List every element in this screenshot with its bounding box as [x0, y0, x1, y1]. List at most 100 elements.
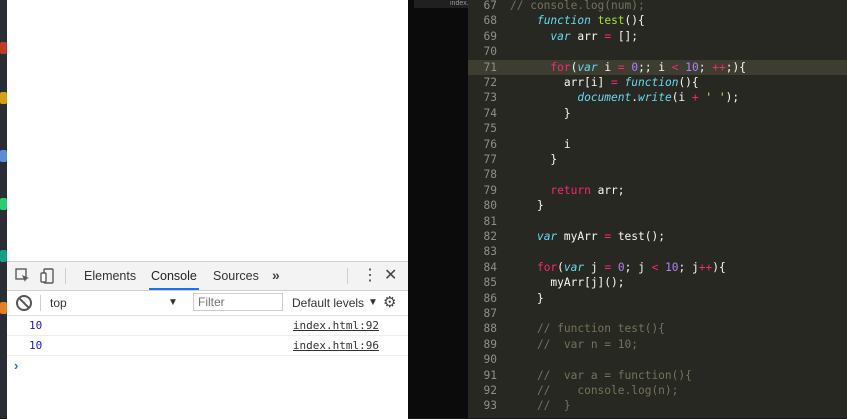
- more-tabs-button[interactable]: »: [272, 262, 280, 290]
- code-line[interactable]: 79 return arr;: [468, 183, 847, 198]
- code-line[interactable]: 93 // }: [468, 398, 847, 413]
- code-token: ' ': [705, 91, 726, 105]
- code-text: arr[i] = function(){: [510, 75, 699, 90]
- code-line[interactable]: 69 var arr = [];: [468, 29, 847, 44]
- console-filter-input[interactable]: [193, 293, 283, 311]
- code-line[interactable]: 77 }: [468, 152, 847, 167]
- code-text: for(var i = 0;; i < 10; ++;){: [510, 60, 746, 75]
- source-link[interactable]: index.html:92: [293, 319, 379, 332]
- code-line[interactable]: 90: [468, 352, 847, 367]
- console-prompt[interactable]: ›: [7, 356, 408, 376]
- desktop-icon[interactable]: [0, 150, 7, 162]
- code-token: i: [597, 60, 618, 74]
- code-line[interactable]: 71 for(var i = 0;; i < 10; ++;){: [468, 59, 847, 75]
- code-line[interactable]: 67 // console.log(num);: [468, 0, 847, 13]
- code-token: var: [536, 230, 558, 243]
- code-line[interactable]: 87: [468, 306, 847, 321]
- code-line[interactable]: 81: [468, 214, 847, 229]
- code-token: ++: [698, 260, 713, 274]
- source-link[interactable]: index.html:96: [293, 339, 379, 352]
- code-line[interactable]: 92 // console.log(n);: [468, 383, 847, 398]
- line-number: 72: [483, 76, 497, 89]
- desktop-icon[interactable]: [0, 250, 7, 262]
- code-token: (){: [624, 14, 645, 28]
- code-line[interactable]: 83: [468, 244, 847, 259]
- code-line[interactable]: 70: [468, 44, 847, 59]
- code-line[interactable]: 76 i: [468, 137, 847, 152]
- line-number: 80: [483, 199, 497, 213]
- code-line[interactable]: 72 arr[i] = function(){: [468, 75, 847, 90]
- code-line[interactable]: 68 function test(){: [468, 13, 847, 28]
- code-line[interactable]: 82 var myArr = test();: [468, 229, 847, 244]
- caret-down-icon[interactable]: ▼: [368, 291, 378, 315]
- desktop-icon[interactable]: [0, 198, 7, 210]
- code-line[interactable]: 75: [468, 121, 847, 136]
- code-token: (: [557, 260, 564, 274]
- tab-console[interactable]: Console: [149, 262, 199, 290]
- line-number: 78: [483, 168, 497, 182]
- code-token: write: [638, 91, 672, 105]
- desktop-icon[interactable]: [0, 92, 7, 104]
- code-token: // console.log(n);: [510, 384, 679, 397]
- code-token: var: [577, 60, 598, 74]
- code-line[interactable]: 89 // var n = 10;: [468, 337, 847, 352]
- code-line[interactable]: 80 }: [468, 198, 847, 213]
- line-number: 71: [483, 60, 497, 74]
- customize-menu-button[interactable]: ⋮: [362, 262, 378, 290]
- code-token: myArr: [557, 230, 605, 243]
- line-number: 88: [483, 322, 497, 336]
- code-token: test();: [611, 230, 665, 243]
- clear-console-icon[interactable]: [16, 295, 32, 311]
- code-token: for: [550, 60, 571, 74]
- code-line[interactable]: 91 // var a = function(){: [468, 368, 847, 383]
- line-number: 90: [483, 353, 497, 367]
- line-number: 83: [483, 245, 497, 259]
- code-line[interactable]: 73 document.write(i + ' ');: [468, 90, 847, 105]
- console-message: 10 index.html:96: [7, 336, 408, 356]
- code-token: }: [510, 291, 544, 305]
- context-selector[interactable]: top: [50, 291, 186, 315]
- browser-page: [7, 0, 408, 261]
- code-text: return arr;: [510, 183, 624, 198]
- code-token: // console.log(num);: [510, 0, 645, 12]
- line-number: 91: [483, 368, 497, 382]
- desktop-edge: [0, 0, 7, 418]
- line-number: 93: [483, 399, 497, 413]
- caret-down-icon[interactable]: ▼: [168, 291, 178, 315]
- code-text: // console.log(n);: [510, 383, 678, 398]
- close-devtools-button[interactable]: ✕: [384, 262, 397, 290]
- line-number: 68: [483, 14, 497, 28]
- code-text: myArr[j]();: [510, 275, 625, 290]
- desktop-icon[interactable]: [0, 302, 7, 314]
- code-token: (i: [671, 91, 692, 105]
- code-line[interactable]: 88 // function test(){: [468, 321, 847, 336]
- desktop-icon[interactable]: [0, 42, 7, 54]
- tab-elements[interactable]: Elements: [82, 262, 138, 290]
- code-line[interactable]: 85 myArr[j]();: [468, 275, 847, 290]
- code-text: i: [510, 137, 571, 152]
- tab-sources[interactable]: Sources: [211, 262, 261, 290]
- code-token: // var n = 10;: [510, 337, 638, 351]
- gear-icon[interactable]: ⚙: [383, 295, 399, 311]
- code-line[interactable]: 74 }: [468, 106, 847, 121]
- line-number: 75: [483, 122, 497, 136]
- code-editor[interactable]: 67// console.log(num); 68 function test()…: [468, 0, 847, 418]
- line-number: 92: [483, 384, 497, 397]
- code-line[interactable]: 78: [468, 167, 847, 182]
- code-token: ++: [712, 60, 726, 74]
- line-number: 69: [483, 29, 497, 43]
- code-token: var: [550, 29, 571, 43]
- code-line[interactable]: 86 }: [468, 291, 847, 306]
- device-toolbar-icon[interactable]: [40, 268, 56, 284]
- inspect-element-icon[interactable]: [15, 268, 31, 284]
- code-token: myArr[j]();: [510, 276, 625, 290]
- code-line[interactable]: 84 for(var j = 0; j < 10; j++){: [468, 260, 847, 275]
- code-text: // function test(){: [510, 321, 665, 336]
- code-text: for(var j = 0; j < 10; j++){: [510, 260, 726, 275]
- code-text: // console.log(num);: [510, 0, 645, 13]
- log-levels-dropdown[interactable]: Default levels: [292, 291, 364, 315]
